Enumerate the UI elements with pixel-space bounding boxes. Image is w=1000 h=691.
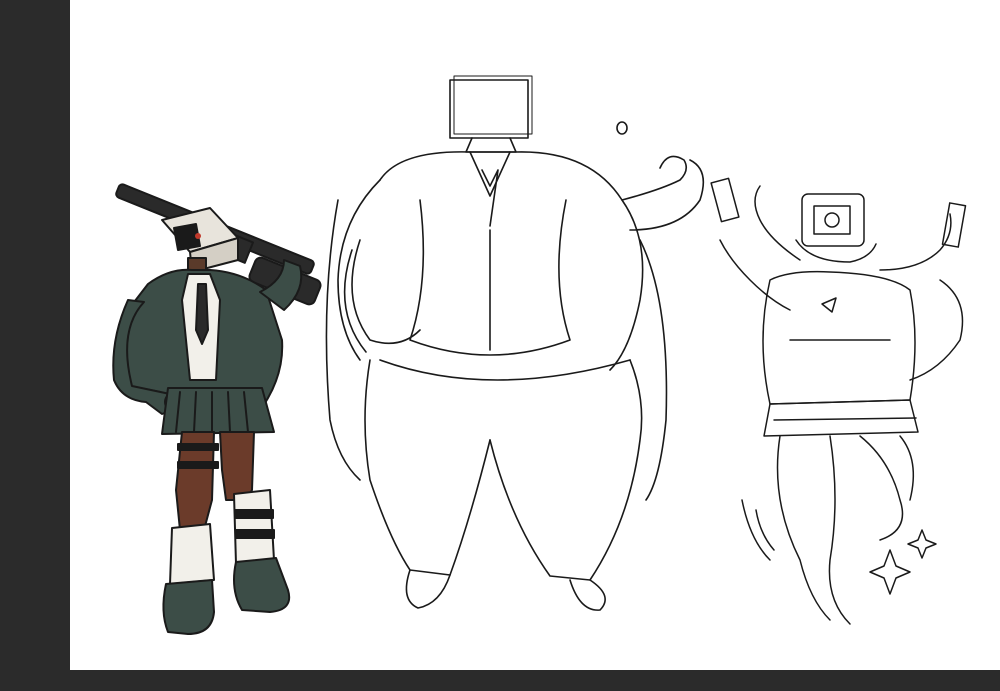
colored-character-with-rifle: [112, 183, 322, 635]
monitor-head-sketch: [449, 79, 529, 139]
artwork-svg: [112, 75, 967, 635]
left-tool-panel: [0, 0, 70, 691]
monitor-head-sketch-small: [801, 193, 865, 247]
large-sketch-character-in-suit: [325, 75, 705, 611]
sketch-character-with-pistols: [710, 177, 967, 625]
paint-app-window: [0, 0, 1000, 691]
drawing-canvas[interactable]: [70, 0, 1000, 670]
bottom-status-bar: [0, 670, 1000, 691]
